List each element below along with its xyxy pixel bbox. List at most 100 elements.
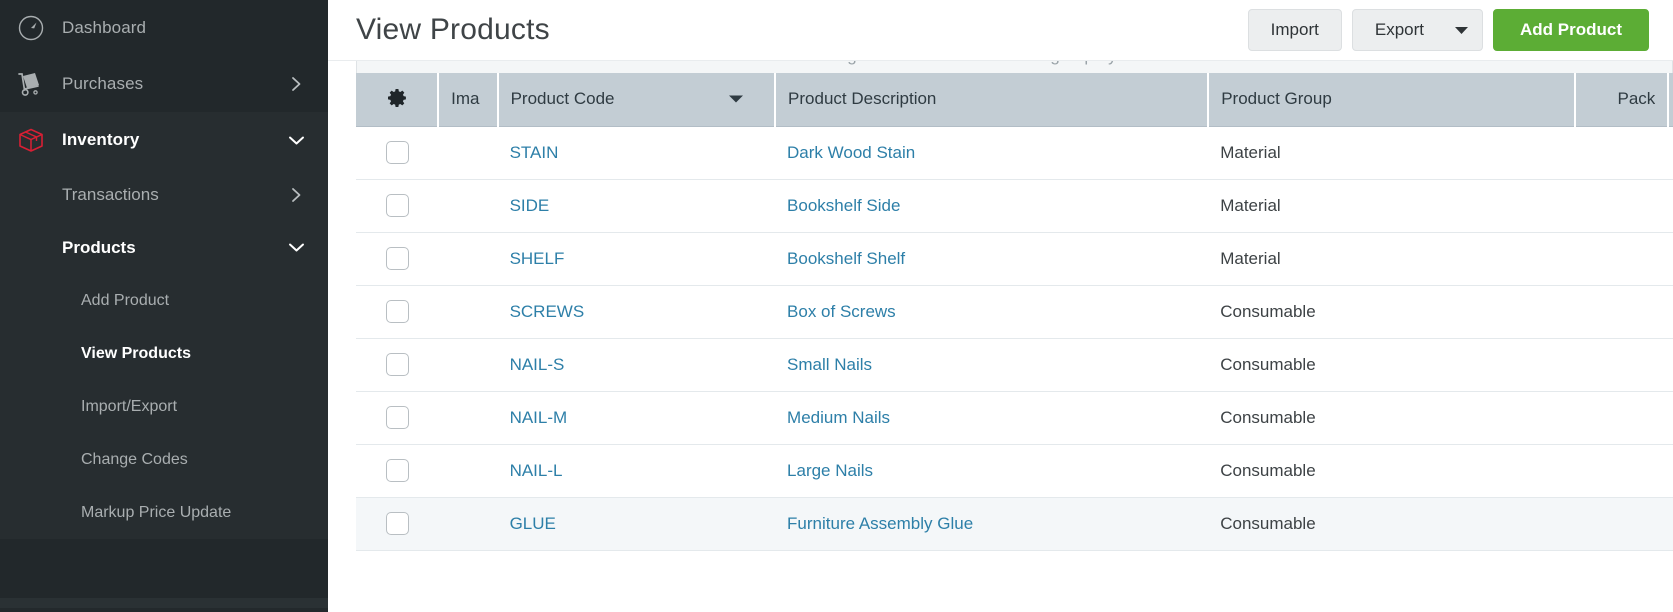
table-header-row: Ima Product Code Product Description Pro… <box>356 73 1673 127</box>
cell-product-code[interactable]: GLUE <box>497 497 776 551</box>
sidebar-item-label: Inventory <box>62 130 140 149</box>
cell-product-code[interactable]: SHELF <box>497 232 776 286</box>
cell-product-code[interactable]: SIDE <box>497 179 776 233</box>
table-row[interactable]: NAIL-MMedium NailsConsumable254.00EA <box>356 391 1673 445</box>
sidebar-item-transactions[interactable]: Transactions <box>0 168 328 221</box>
table-row[interactable]: SCREWSBox of ScrewsConsumable0.00EA <box>356 285 1673 339</box>
cell-product-description[interactable]: Furniture Assembly Glue <box>775 497 1209 551</box>
row-select-cell[interactable] <box>356 179 439 233</box>
cell-product-code[interactable]: NAIL-S <box>497 338 776 392</box>
product-code-link[interactable]: NAIL-M <box>510 408 568 427</box>
cell-product-code[interactable]: NAIL-L <box>497 444 776 498</box>
column-header-allocated[interactable]: Allocatе <box>1668 73 1673 127</box>
product-description-link[interactable]: Large Nails <box>787 461 873 480</box>
product-description-link[interactable]: Bookshelf Side <box>787 196 900 215</box>
column-header-product-group[interactable]: Product Group <box>1208 73 1576 127</box>
row-select-cell[interactable] <box>356 391 439 445</box>
product-code-link[interactable]: STAIN <box>510 143 559 162</box>
product-description-link[interactable]: Furniture Assembly Glue <box>787 514 973 533</box>
cell-pack <box>1574 179 1669 233</box>
cell-allocated <box>1668 232 1673 286</box>
chevron-right-icon <box>286 187 306 203</box>
export-split-button[interactable]: Export <box>1351 9 1483 51</box>
cell-product-description[interactable]: Box of Screws <box>775 285 1209 339</box>
sidebar-item-purchases[interactable]: Purchases <box>0 56 328 112</box>
main-content: View Products Import Export Add Product … <box>328 0 1673 612</box>
table-row[interactable]: GLUEFurniture Assembly GlueConsumable2,1… <box>356 497 1673 551</box>
cell-product-description[interactable]: Medium Nails <box>775 391 1209 445</box>
column-header-label: Product Description <box>788 89 937 109</box>
row-checkbox[interactable] <box>385 300 409 323</box>
cell-pack <box>1574 338 1669 392</box>
row-checkbox[interactable] <box>385 247 409 270</box>
cell-pack <box>1574 391 1669 445</box>
row-select-cell[interactable] <box>356 285 439 339</box>
cell-product-description[interactable]: Small Nails <box>775 338 1209 392</box>
sidebar-item-dashboard[interactable]: Dashboard <box>0 0 328 56</box>
row-checkbox[interactable] <box>385 194 409 217</box>
cell-product-description[interactable]: Bookshelf Shelf <box>775 232 1209 286</box>
column-header-image[interactable]: Ima <box>438 73 499 127</box>
import-button[interactable]: Import <box>1247 9 1342 51</box>
column-header-product-code[interactable]: Product Code <box>497 73 777 127</box>
product-description-link[interactable]: Dark Wood Stain <box>787 143 915 162</box>
cell-product-description[interactable]: Large Nails <box>775 444 1209 498</box>
sidebar-item-change-codes[interactable]: Change Codes <box>0 433 328 486</box>
cell-product-description[interactable]: Dark Wood Stain <box>775 126 1209 180</box>
sidebar-item-label: Dashboard <box>62 18 147 37</box>
product-code-link[interactable]: SIDE <box>510 196 550 215</box>
row-checkbox[interactable] <box>385 141 409 164</box>
table-row[interactable]: STAINDark Wood StainMaterial95.00EA <box>356 126 1673 180</box>
page-title: View Products <box>356 13 550 46</box>
product-code-link[interactable]: GLUE <box>510 514 556 533</box>
table-row[interactable]: SHELFBookshelf ShelfMaterial593.00EA <box>356 232 1673 286</box>
row-checkbox[interactable] <box>385 406 409 429</box>
gear-icon[interactable] <box>386 88 408 110</box>
sidebar-item-add-product[interactable]: Add Product <box>0 274 328 327</box>
sidebar-item-view-products[interactable]: View Products <box>0 327 328 380</box>
column-header-product-description[interactable]: Product Description <box>775 73 1210 127</box>
product-description-link[interactable]: Box of Screws <box>787 302 896 321</box>
row-select-cell[interactable] <box>356 126 439 180</box>
row-checkbox[interactable] <box>385 459 409 482</box>
product-description-link[interactable]: Medium Nails <box>787 408 890 427</box>
table-row[interactable]: NAIL-LLarge NailsConsumable146.00EA <box>356 444 1673 498</box>
export-button-label[interactable]: Export <box>1353 10 1440 50</box>
column-header-pack[interactable]: Pack <box>1574 73 1670 127</box>
row-image-cell <box>438 285 498 339</box>
sidebar-item-inventory[interactable]: Inventory <box>0 112 328 168</box>
product-code-link[interactable]: NAIL-S <box>510 355 565 374</box>
product-description-link[interactable]: Small Nails <box>787 355 872 374</box>
product-description-link[interactable]: Bookshelf Shelf <box>787 249 905 268</box>
row-checkbox[interactable] <box>385 353 409 376</box>
add-product-button[interactable]: Add Product <box>1493 9 1649 51</box>
row-select-cell[interactable] <box>356 497 439 551</box>
row-select-cell[interactable] <box>356 444 439 498</box>
product-code-link[interactable]: SHELF <box>510 249 565 268</box>
table-row[interactable]: SIDEBookshelf SideMaterial40.00EA <box>356 179 1673 233</box>
chevron-down-icon[interactable] <box>1440 10 1482 50</box>
sidebar: Dashboard Purchases Inventory Transactio… <box>0 0 328 612</box>
row-checkbox[interactable] <box>385 512 409 535</box>
table-row[interactable]: NAIL-SSmall NailsConsumable215.00EA <box>356 338 1673 392</box>
row-select-cell[interactable] <box>356 338 439 392</box>
row-image-cell <box>438 391 498 445</box>
product-code-link[interactable]: NAIL-L <box>510 461 563 480</box>
cell-product-code[interactable]: STAIN <box>497 126 776 180</box>
sidebar-item-markup-price-update[interactable]: Markup Price Update <box>0 486 328 539</box>
sidebar-item-label: Transactions <box>62 184 159 204</box>
cell-product-code[interactable]: NAIL-M <box>497 391 776 445</box>
sort-desc-icon[interactable] <box>728 94 744 104</box>
product-code-link[interactable]: SCREWS <box>510 302 585 321</box>
gauge-icon <box>0 14 62 42</box>
row-select-cell[interactable] <box>356 232 439 286</box>
chevron-down-icon <box>286 242 306 253</box>
cell-product-code[interactable]: SCREWS <box>497 285 776 339</box>
sidebar-item-import-export[interactable]: Import/Export <box>0 380 328 433</box>
sidebar-item-products[interactable]: Products <box>0 221 328 274</box>
column-header-settings[interactable] <box>356 73 440 127</box>
header-actions: Import Export Add Product <box>1247 9 1649 51</box>
column-header-label: Pack <box>1617 89 1656 109</box>
cell-pack <box>1574 126 1669 180</box>
cell-product-description[interactable]: Bookshelf Side <box>775 179 1209 233</box>
